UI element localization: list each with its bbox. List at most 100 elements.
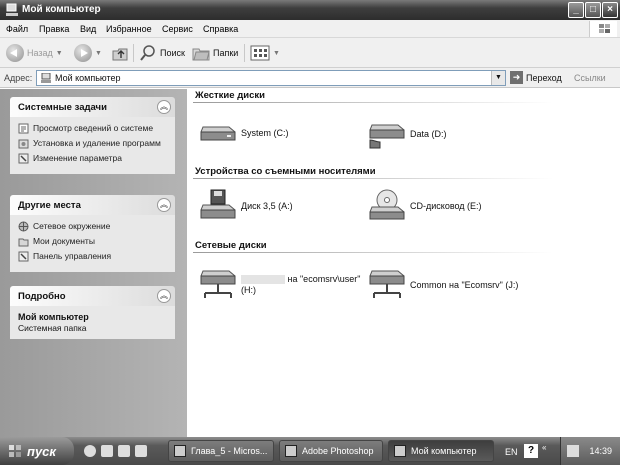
drive-a[interactable]: Диск 3,5 (A:) [199, 189, 293, 223]
task-change-setting[interactable]: Изменение параметра [18, 153, 167, 164]
photoshop-icon [285, 445, 297, 457]
group-divider [193, 178, 553, 179]
dropdown-arrow-icon: ▼ [273, 49, 280, 57]
language-indicator[interactable]: EN [505, 447, 518, 457]
system-tasks-header[interactable]: Системные задачи ︽ [10, 97, 175, 117]
menu-tools[interactable]: Сервис [162, 24, 193, 34]
menu-favorites[interactable]: Избранное [106, 24, 152, 34]
other-places-header[interactable]: Другие места ︽ [10, 195, 175, 215]
my-computer-icon [6, 3, 18, 16]
group-divider [193, 102, 553, 103]
minimize-button[interactable]: _ [568, 2, 584, 18]
tray-expand-icon[interactable]: « [542, 443, 546, 452]
system-tasks-panel: Системные задачи ︽ Просмотр сведений о с… [10, 97, 175, 174]
add-remove-programs-icon [18, 139, 29, 149]
media-quicklaunch-icon[interactable] [101, 445, 113, 457]
folders-icon [192, 48, 210, 61]
address-input[interactable]: Мой компьютер ▼ [36, 70, 506, 86]
close-button[interactable]: × [602, 2, 618, 18]
collapse-chevron-icon[interactable]: ︽ [157, 100, 171, 114]
taskbar-item-photoshop[interactable]: Adobe Photoshop [279, 440, 383, 462]
ie-quicklaunch-icon[interactable] [84, 445, 96, 457]
details-panel: Подробно ︽ Мой компьютер Системная папка [10, 286, 175, 339]
word-icon [174, 445, 186, 457]
system-tray: 14:39 [560, 437, 620, 465]
toolbar-separator [133, 44, 134, 62]
dropdown-arrow-icon: ▼ [95, 49, 102, 57]
drive-c[interactable]: System (C:) [199, 121, 289, 145]
my-documents-icon [18, 238, 29, 247]
taskbar-item-word[interactable]: Глава_5 - Micros... [168, 440, 274, 462]
clock: 14:39 [589, 446, 612, 456]
drive-j[interactable]: Common на "Ecomsrv" (J:) [368, 269, 518, 301]
toolbar-separator [244, 44, 245, 62]
go-button[interactable]: ➜ Переход [510, 71, 562, 84]
taskbar: пуск Глава_5 - Micros... Adobe Photoshop… [0, 437, 620, 465]
network-drive-icon [200, 270, 236, 298]
taskbar-item-my-computer[interactable]: Мой компьютер [388, 440, 494, 462]
drive-d[interactable]: Data (D:) [368, 119, 447, 149]
go-arrow-icon: ➜ [510, 71, 523, 84]
group-hard-disks-title: Жесткие диски [195, 90, 265, 101]
my-computer-icon [394, 445, 406, 457]
links-button[interactable]: Ссылки [574, 73, 606, 83]
collapse-chevron-icon[interactable]: ︽ [157, 198, 171, 212]
control-panel-icon [18, 153, 29, 164]
address-bar: Адрес: Мой компьютер ▼ ➜ Переход Ссылки [0, 68, 620, 88]
place-network-neighborhood[interactable]: Сетевое окружение [18, 221, 167, 232]
title-bar: Мой компьютер _ □ × [0, 0, 620, 20]
place-control-panel[interactable]: Панель управления [18, 251, 167, 262]
group-divider [193, 252, 553, 253]
up-folder-button[interactable] [111, 43, 129, 63]
group-network-title: Сетевые диски [195, 240, 267, 251]
hard-disk-icon [200, 126, 236, 141]
dropdown-arrow-icon: ▼ [55, 49, 63, 57]
back-arrow-icon [6, 44, 24, 62]
menu-help[interactable]: Справка [203, 24, 238, 34]
forward-button[interactable]: ▼ [74, 43, 102, 63]
windows-flag-icon [589, 21, 617, 37]
collapse-chevron-icon[interactable]: ︽ [157, 289, 171, 303]
menu-file[interactable]: Файл [6, 24, 28, 34]
details-type: Системная папка [18, 323, 87, 333]
network-drive-icon [369, 270, 405, 298]
start-button[interactable]: пуск [0, 437, 74, 465]
other-places-panel: Другие места ︽ Сетевое окружение Мои док… [10, 195, 175, 272]
search-icon [140, 45, 155, 61]
place-my-documents[interactable]: Мои документы [18, 236, 167, 247]
redacted-share-name [241, 275, 285, 285]
network-tray-icon[interactable] [567, 445, 579, 457]
drive-e[interactable]: CD-дисковод (E:) [368, 189, 482, 223]
menu-edit[interactable]: Правка [39, 24, 69, 34]
details-header[interactable]: Подробно ︽ [10, 286, 175, 306]
outlook-quicklaunch-icon[interactable] [118, 445, 130, 457]
address-label: Адрес: [4, 73, 33, 83]
folders-button[interactable]: Папки [192, 43, 238, 63]
views-icon [250, 45, 270, 61]
group-removable-title: Устройства со съемными носителями [195, 166, 376, 177]
hard-disk-shared-icon [369, 124, 405, 149]
windows-logo-icon [9, 445, 21, 457]
forward-arrow-icon [74, 44, 92, 62]
task-view-system-info[interactable]: Просмотр сведений о системе [18, 123, 167, 134]
task-pane: Системные задачи ︽ Просмотр сведений о с… [0, 89, 187, 437]
control-panel-icon [18, 251, 29, 262]
maximize-button[interactable]: □ [585, 2, 601, 18]
window-title: Мой компьютер [22, 4, 101, 15]
content-pane: Жесткие диски System (C:) Data (D:) Устр… [187, 89, 620, 437]
drive-h[interactable]: на "ecomsrv\user" (H:) [199, 269, 360, 301]
details-name: Мой компьютер [18, 312, 89, 322]
my-computer-icon [41, 73, 51, 83]
task-add-remove-programs[interactable]: Установка и удаление программ [18, 138, 167, 149]
cd-drive-icon [369, 189, 405, 220]
toolbar: Назад ▼ ▼ Поиск Папки ▼ [0, 38, 620, 68]
desktop-quicklaunch-icon[interactable] [135, 445, 147, 457]
search-button[interactable]: Поиск [139, 43, 185, 63]
address-dropdown-button[interactable]: ▼ [491, 71, 505, 85]
menu-view[interactable]: Вид [80, 24, 96, 34]
floppy-drive-icon [200, 189, 236, 219]
back-button[interactable]: Назад ▼ [6, 43, 63, 63]
views-button[interactable]: ▼ [250, 43, 280, 63]
system-info-icon [18, 123, 29, 134]
help-icon[interactable]: ? [524, 444, 538, 458]
